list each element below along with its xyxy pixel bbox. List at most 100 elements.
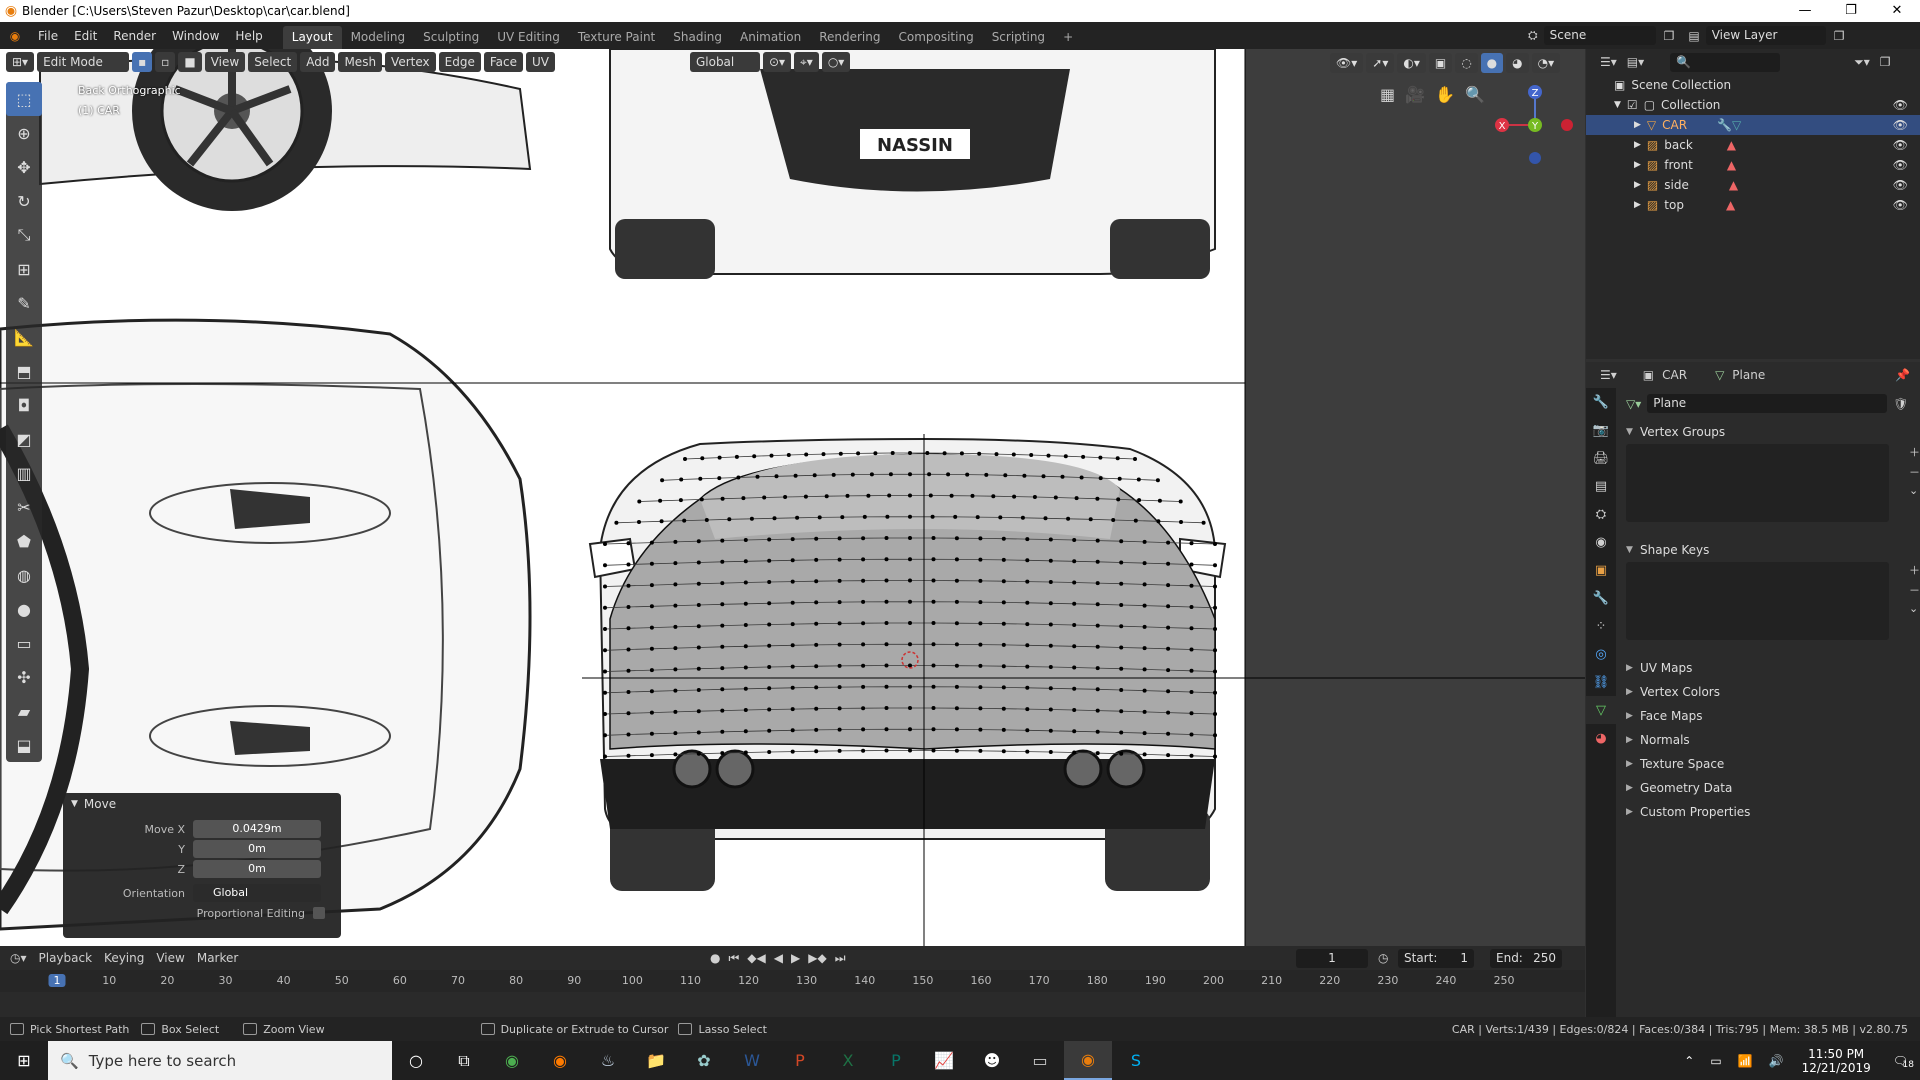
mesh-vertex[interactable]: [743, 559, 748, 564]
spin-tool-icon[interactable]: ◍: [6, 558, 42, 592]
mesh-vertex[interactable]: [767, 686, 772, 691]
proportional-editing-icon[interactable]: ○▾: [821, 52, 851, 72]
tab-sculpting[interactable]: Sculpting: [414, 26, 488, 49]
menu-uv[interactable]: UV: [525, 52, 555, 72]
output-tab-icon[interactable]: 🖨: [1586, 444, 1616, 472]
menu-mesh[interactable]: Mesh: [338, 52, 383, 72]
mesh-vertex[interactable]: [884, 748, 889, 753]
solid-shading-icon[interactable]: ●: [1480, 53, 1504, 73]
mesh-vertex[interactable]: [837, 748, 842, 753]
mesh-vertex[interactable]: [1166, 710, 1171, 715]
menu-vertex[interactable]: Vertex: [385, 52, 436, 72]
eye-icon[interactable]: 👁: [1893, 178, 1908, 192]
mesh-vertex[interactable]: [1022, 473, 1027, 478]
mesh-vertex[interactable]: [767, 643, 772, 648]
mesh-vertex[interactable]: [965, 472, 970, 477]
mesh-vertex[interactable]: [978, 600, 983, 605]
pan-view-icon[interactable]: ✋: [1435, 85, 1455, 104]
outliner-item-top[interactable]: ▶ ▨ top ▲ 👁: [1586, 195, 1920, 215]
mesh-vertex[interactable]: [970, 493, 975, 498]
fake-user-icon[interactable]: 🛡: [1893, 397, 1908, 411]
mesh-vertex[interactable]: [931, 663, 936, 668]
mesh-vertex[interactable]: [873, 451, 878, 456]
mesh-vertex[interactable]: [720, 687, 725, 692]
mesh-vertex[interactable]: [1189, 647, 1194, 652]
knife-tool-icon[interactable]: ✂: [6, 490, 42, 524]
mesh-vertex[interactable]: [888, 472, 893, 477]
mesh-vertex[interactable]: [626, 668, 631, 673]
menu-render[interactable]: Render: [105, 29, 164, 43]
mesh-vertex[interactable]: [1072, 729, 1077, 734]
show-hidden-icons-icon[interactable]: ⌃: [1684, 1054, 1694, 1068]
mesh-vertex[interactable]: [743, 686, 748, 691]
mesh-vertex[interactable]: [720, 581, 725, 586]
mesh-vertex[interactable]: [908, 727, 912, 732]
mesh-vertex[interactable]: [1179, 520, 1183, 524]
mesh-vertex[interactable]: [1166, 668, 1171, 673]
mesh-vertex[interactable]: [1189, 605, 1194, 609]
outliner-item-back[interactable]: ▶ ▨ back ▲ 👁: [1586, 135, 1920, 155]
mesh-vertex[interactable]: [1119, 688, 1124, 692]
mesh-vertex[interactable]: [1166, 561, 1171, 566]
mesh-vertex[interactable]: [804, 452, 809, 457]
mesh-vertex[interactable]: [931, 748, 936, 753]
mesh-vertex[interactable]: [649, 540, 654, 545]
remove-icon[interactable]: －: [1909, 464, 1920, 480]
battery-icon[interactable]: ▭: [1710, 1054, 1721, 1068]
mesh-vertex[interactable]: [752, 454, 757, 459]
add-icon[interactable]: ＋: [1909, 444, 1920, 460]
move-panel-header[interactable]: ▼ Move: [63, 793, 341, 815]
jump-end-icon[interactable]: ⏭: [835, 951, 846, 966]
mesh-vertex[interactable]: [673, 709, 678, 714]
mesh-vertex[interactable]: [767, 580, 772, 584]
tab-uv-editing[interactable]: UV Editing: [488, 26, 569, 49]
mesh-vertex[interactable]: [682, 518, 687, 523]
add-icon[interactable]: ＋: [1909, 562, 1920, 578]
mesh-vertex[interactable]: [1213, 669, 1217, 674]
object-tab-icon[interactable]: ▣: [1586, 556, 1616, 584]
scene-tab-icon[interactable]: ⛭: [1586, 500, 1616, 528]
mesh-vertex[interactable]: [683, 457, 687, 461]
overlays-icon[interactable]: ◐▾: [1397, 53, 1426, 73]
mesh-vertex[interactable]: [837, 727, 842, 732]
mesh-vertex[interactable]: [866, 493, 871, 498]
mesh-vertex[interactable]: [1001, 621, 1006, 626]
prev-keyframe-icon[interactable]: ◆◀: [747, 951, 765, 966]
mesh-vertex[interactable]: [1213, 712, 1217, 716]
mesh-vertex[interactable]: [793, 473, 798, 478]
mesh-vertex[interactable]: [717, 455, 722, 460]
mesh-vertex[interactable]: [814, 600, 819, 605]
menu-timeline-view[interactable]: View: [156, 951, 184, 965]
new-collection-icon[interactable]: ❐: [1880, 55, 1891, 69]
mesh-vertex[interactable]: [908, 557, 912, 562]
mesh-vertex[interactable]: [673, 561, 678, 566]
cortana-icon[interactable]: ○: [392, 1041, 440, 1080]
mesh-vertex[interactable]: [626, 583, 631, 588]
mesh-vertex[interactable]: [1142, 539, 1147, 544]
mesh-vertex[interactable]: [699, 497, 704, 502]
mesh-vertex[interactable]: [837, 663, 842, 668]
mesh-vertex[interactable]: [1117, 476, 1122, 481]
mesh-vertex[interactable]: [1189, 583, 1194, 588]
restore-button[interactable]: ❐: [1828, 0, 1874, 22]
panel-texture-space[interactable]: ▶ Texture Space: [1616, 752, 1920, 776]
pin-icon[interactable]: 📌: [1895, 368, 1910, 382]
mesh-vertex[interactable]: [1072, 559, 1077, 564]
mesh-vertex[interactable]: [649, 604, 654, 609]
mesh-vertex[interactable]: [673, 731, 678, 736]
mesh-vertex[interactable]: [1001, 579, 1006, 584]
mesh-vertex[interactable]: [814, 621, 819, 626]
zoom-view-icon[interactable]: 🔍: [1465, 85, 1485, 104]
mesh-vertex[interactable]: [786, 453, 791, 457]
mesh-vertex[interactable]: [838, 451, 843, 456]
mesh-vertex[interactable]: [736, 475, 741, 480]
mesh-vertex[interactable]: [1043, 516, 1048, 521]
mesh-vertex[interactable]: [954, 684, 959, 689]
outliner-editor-icon[interactable]: ☰▾: [1600, 55, 1617, 69]
smooth-tool-icon[interactable]: ●: [6, 592, 42, 626]
mesh-vertex[interactable]: [1048, 750, 1053, 754]
mesh-vertex[interactable]: [861, 642, 866, 647]
mesh-vertex[interactable]: [954, 536, 959, 541]
eye-icon[interactable]: 👁: [1893, 158, 1908, 172]
context-data[interactable]: Plane: [1732, 368, 1765, 382]
